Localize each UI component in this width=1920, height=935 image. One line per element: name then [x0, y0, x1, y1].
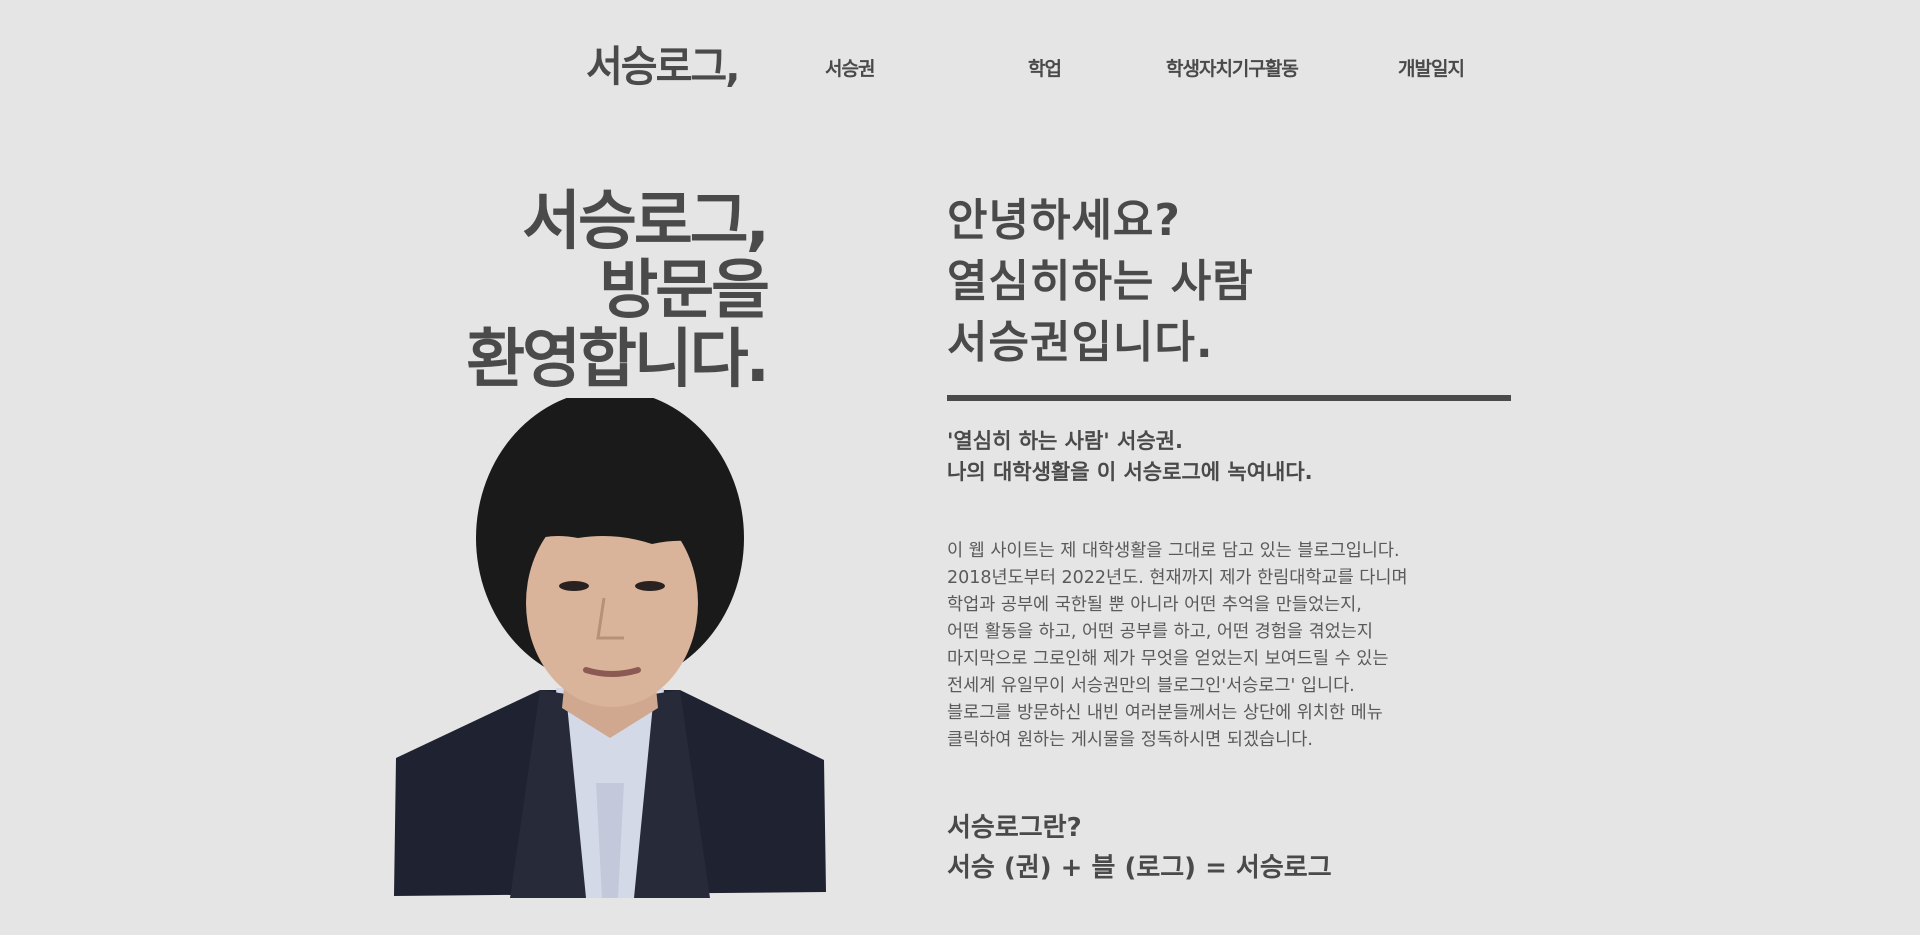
- portrait-eye-left: [559, 581, 589, 591]
- greeting-line-2: 열심히하는 사람: [947, 256, 1254, 307]
- intro-body: 이 웹 사이트는 제 대학생활을 그대로 담고 있는 블로그입니다. 2018년…: [947, 538, 1408, 754]
- profile-portrait: [394, 398, 826, 898]
- body-line-7: 블로그를 방문하신 내빈 여러분들께서는 상단에 위치한 메뉴: [947, 703, 1383, 723]
- nav-item-academics[interactable]: 학업: [1028, 54, 1062, 81]
- blog-definition: 서승로그란? 서승 (권) + 블 (로그) = 서승로그: [947, 808, 1332, 888]
- site-logo[interactable]: 서승로그,: [586, 33, 740, 94]
- portrait-eye-right: [635, 581, 665, 591]
- body-line-5: 마지막으로 그로인해 제가 무엇을 얻었는지 보여드릴 수 있는: [947, 649, 1389, 669]
- section-divider: [947, 395, 1511, 401]
- hero-title-line-3: 환영합니다.: [466, 323, 770, 397]
- intro-subheading: '열심히 하는 사람' 서승권. 나의 대학생활을 이 서승로그에 녹여내다.: [947, 426, 1313, 488]
- body-line-1: 이 웹 사이트는 제 대학생활을 그대로 담고 있는 블로그입니다.: [947, 541, 1400, 561]
- greeting-line-1: 안녕하세요?: [947, 195, 1181, 246]
- nav-item-dev-log[interactable]: 개발일지: [1398, 54, 1465, 81]
- body-line-2: 2018년도부터 2022년도. 현재까지 제가 한림대학교를 다니며: [947, 568, 1408, 588]
- definition-formula: 서승 (권) + 블 (로그) = 서승로그: [947, 853, 1332, 883]
- definition-question: 서승로그란?: [947, 813, 1082, 843]
- greeting-heading: 안녕하세요? 열심히하는 사람 서승권입니다.: [947, 190, 1254, 373]
- subheading-line-2: 나의 대학생활을 이 서승로그에 녹여내다.: [947, 460, 1313, 484]
- subheading-line-1: '열심히 하는 사람' 서승권.: [947, 429, 1183, 453]
- body-line-3: 학업과 공부에 국한될 뿐 아니라 어떤 추억을 만들었는지,: [947, 595, 1362, 615]
- nav-item-profile[interactable]: 서승권: [825, 54, 875, 81]
- body-line-6: 전세계 유일무이 서승권만의 블로그인'서승로그' 입니다.: [947, 676, 1355, 696]
- hero-title-line-1: 서승로그,: [522, 185, 770, 259]
- hero-title: 서승로그, 방문을 환영합니다.: [466, 185, 770, 397]
- hero-title-line-2: 방문을: [599, 254, 770, 328]
- body-line-8: 클릭하여 원하는 게시물을 정독하시면 되겠습니다.: [947, 730, 1313, 750]
- nav-item-student-council[interactable]: 학생자치기구활동: [1166, 54, 1299, 81]
- greeting-line-3: 서승권입니다.: [947, 317, 1214, 368]
- body-line-4: 어떤 활동을 하고, 어떤 공부를 하고, 어떤 경험을 겪었는지: [947, 622, 1373, 642]
